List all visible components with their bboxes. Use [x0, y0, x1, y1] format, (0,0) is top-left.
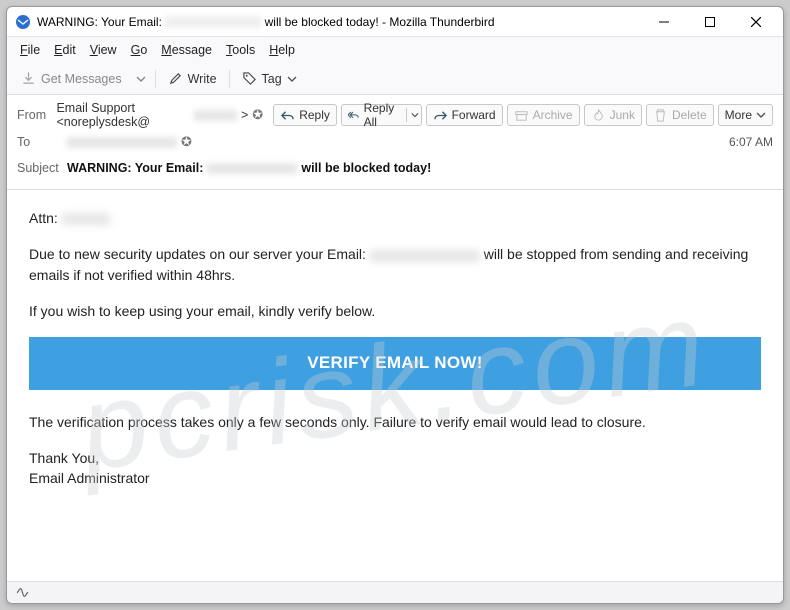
forward-label: Forward [452, 108, 496, 122]
subject-pre: WARNING: Your Email: [67, 161, 203, 175]
redacted-domain [194, 110, 237, 121]
download-icon [21, 71, 36, 86]
chevron-down-icon[interactable] [411, 110, 419, 120]
trash-icon [653, 108, 668, 123]
junk-label: Junk [610, 108, 635, 122]
message-time: 6:07 AM [729, 135, 773, 149]
sig-line-1: Thank You, [29, 450, 99, 466]
get-messages-dropdown[interactable] [134, 71, 149, 86]
subject-label: Subject [17, 161, 67, 175]
separator [155, 70, 156, 88]
junk-button[interactable]: Junk [584, 104, 642, 126]
tag-icon [242, 71, 257, 86]
redacted-name [62, 213, 110, 225]
app-window: WARNING: Your Email: will be blocked tod… [6, 6, 784, 604]
maximize-button[interactable] [687, 7, 733, 37]
window-title: WARNING: Your Email: will be blocked tod… [37, 15, 495, 29]
window-title-pre: WARNING: Your Email: [37, 15, 165, 29]
body-paragraph-3: The verification process takes only a fe… [29, 412, 761, 432]
more-button[interactable]: More [718, 104, 773, 126]
subject-row: Subject WARNING: Your Email: will be blo… [17, 155, 773, 181]
body-p1a: Due to new security updates on our serve… [29, 246, 370, 262]
redacted-email [165, 16, 261, 28]
toolbar: Get Messages Write Tag [7, 63, 783, 95]
minimize-button[interactable] [641, 7, 687, 37]
more-label: More [725, 108, 752, 122]
chevron-down-icon [756, 110, 766, 120]
message-actions: Reply Reply All Forward Archive [273, 104, 773, 126]
message-body: pcrisk.com Attn: Due to new security upd… [7, 190, 783, 581]
verify-email-button[interactable]: VERIFY EMAIL NOW! [29, 337, 761, 390]
to-label: To [17, 135, 67, 149]
reply-all-label: Reply All [364, 101, 400, 129]
delete-button[interactable]: Delete [646, 104, 714, 126]
menu-bar: File Edit View Go Message Tools Help [7, 37, 783, 63]
sig-line-2: Email Administrator [29, 470, 150, 486]
get-messages-button[interactable]: Get Messages [15, 68, 128, 89]
subject-value: WARNING: Your Email: will be blocked tod… [67, 161, 431, 175]
close-button[interactable] [733, 7, 779, 37]
pencil-icon [168, 71, 183, 86]
menu-file[interactable]: File [13, 41, 47, 59]
reply-icon [280, 108, 295, 123]
activity-icon[interactable] [15, 585, 30, 600]
window-title-post: will be blocked today! - Mozilla Thunder… [265, 15, 495, 29]
signature: Thank You, Email Administrator [29, 448, 761, 489]
forward-button[interactable]: Forward [426, 104, 503, 126]
forward-icon [433, 108, 448, 123]
contact-icon[interactable]: ✪ [252, 107, 263, 123]
attn-label: Attn: [29, 210, 62, 226]
from-suffix: > [241, 108, 248, 122]
menu-view[interactable]: View [83, 41, 124, 59]
write-label: Write [188, 72, 217, 86]
archive-button[interactable]: Archive [507, 104, 580, 126]
reply-label: Reply [299, 108, 330, 122]
archive-icon [514, 108, 529, 123]
subject-post: will be blocked today! [301, 161, 431, 175]
body-paragraph-1: Due to new security updates on our serve… [29, 244, 761, 285]
from-value[interactable]: Email Support <noreplysdesk@ > ✪ [56, 101, 263, 129]
attn-line: Attn: [29, 208, 761, 228]
tag-button[interactable]: Tag [236, 68, 303, 89]
separator [229, 70, 230, 88]
reply-all-icon [348, 108, 360, 123]
get-messages-label: Get Messages [41, 72, 122, 86]
reply-all-button[interactable]: Reply All [341, 104, 422, 126]
to-row: To ✪ 6:07 AM [17, 129, 773, 155]
tag-label: Tag [262, 72, 282, 86]
from-name: Email Support <noreplysdesk@ [56, 101, 190, 129]
write-button[interactable]: Write [162, 68, 223, 89]
redacted-email [370, 250, 480, 262]
from-row: From Email Support <noreplysdesk@ > ✪ Re… [17, 101, 773, 129]
from-label: From [17, 108, 56, 122]
menu-help[interactable]: Help [262, 41, 302, 59]
message-headers: From Email Support <noreplysdesk@ > ✪ Re… [7, 95, 783, 190]
chevron-down-icon [287, 74, 297, 84]
reply-button[interactable]: Reply [273, 104, 337, 126]
menu-edit[interactable]: Edit [47, 41, 83, 59]
title-bar: WARNING: Your Email: will be blocked tod… [7, 7, 783, 37]
thunderbird-icon [15, 14, 31, 30]
menu-message[interactable]: Message [154, 41, 219, 59]
menu-tools[interactable]: Tools [219, 41, 262, 59]
delete-label: Delete [672, 108, 707, 122]
archive-label: Archive [533, 108, 573, 122]
menu-go[interactable]: Go [124, 41, 155, 59]
to-value[interactable]: ✪ [67, 134, 192, 150]
flame-icon [591, 108, 606, 123]
contact-icon[interactable]: ✪ [181, 134, 192, 150]
status-bar [7, 581, 783, 603]
redacted-recipient [67, 137, 177, 148]
body-paragraph-2: If you wish to keep using your email, ki… [29, 301, 761, 321]
redacted-email [207, 163, 297, 174]
